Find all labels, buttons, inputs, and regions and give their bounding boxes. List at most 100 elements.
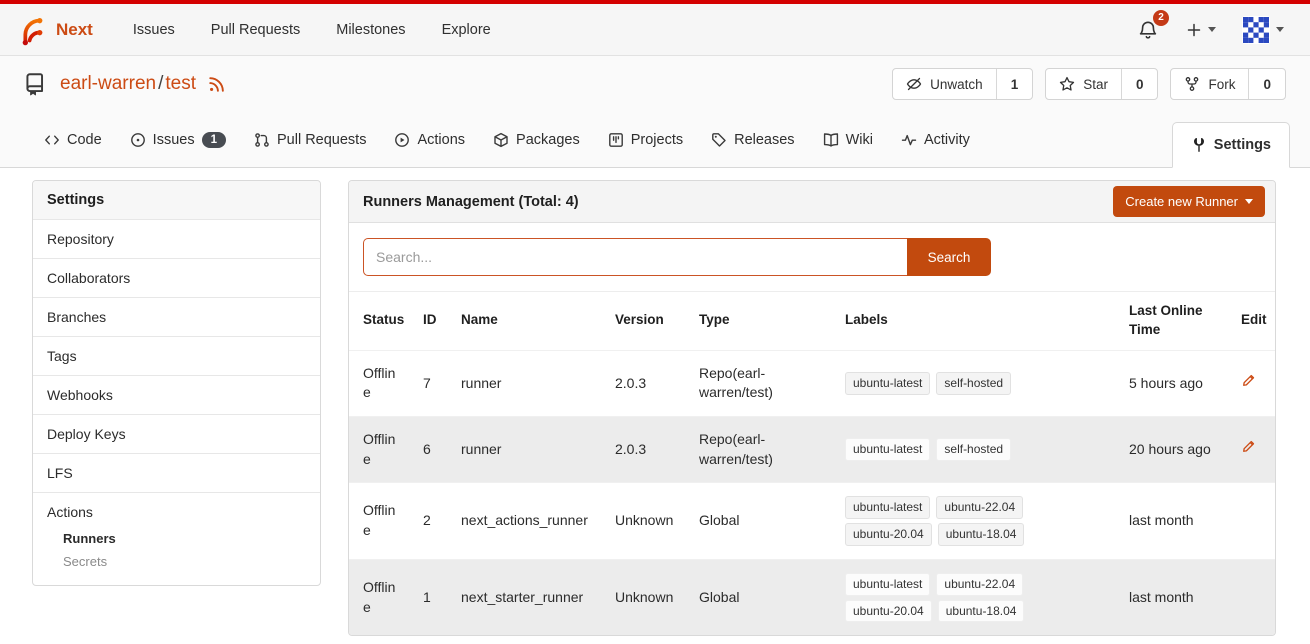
tab-releases[interactable]: Releases: [697, 112, 808, 167]
search-button[interactable]: Search: [907, 238, 991, 276]
stars-count[interactable]: 0: [1121, 69, 1158, 99]
tab-wiki[interactable]: Wiki: [809, 112, 887, 167]
runner-name: runner: [451, 350, 605, 416]
runner-id: 2: [413, 483, 451, 560]
fork-icon: [1184, 76, 1200, 92]
col-labels: Labels: [835, 292, 1119, 350]
runner-name: next_actions_runner: [451, 483, 605, 560]
star-label: Star: [1083, 77, 1108, 92]
plus-icon: [1186, 22, 1202, 38]
package-icon: [493, 132, 509, 148]
create-new-runner-button[interactable]: Create new Runner: [1113, 186, 1265, 217]
issues-count-badge: 1: [202, 132, 226, 148]
col-edit: Edit: [1231, 292, 1275, 350]
table-row: Offline 6 runner 2.0.3 Repo(earl-warren/…: [349, 416, 1275, 482]
create-menu-button[interactable]: [1186, 22, 1216, 38]
nav-item-issues[interactable]: Issues: [115, 22, 193, 38]
code-icon: [44, 132, 60, 148]
runner-version: 2.0.3: [605, 416, 689, 482]
label-chip: ubuntu-latest: [845, 496, 930, 519]
sidebar-item-branches[interactable]: Branches: [33, 298, 320, 337]
sidebar-item-lfs[interactable]: LFS: [33, 454, 320, 493]
sidebar-item-collaborators[interactable]: Collaborators: [33, 259, 320, 298]
sidebar-item-repository[interactable]: Repository: [33, 220, 320, 259]
runner-labels: ubuntu-latest self-hosted: [845, 438, 1045, 461]
label-chip: ubuntu-20.04: [845, 600, 932, 623]
tag-icon: [711, 132, 727, 148]
caret-down-icon: [1208, 27, 1216, 32]
settings-sidebar: Settings Repository Collaborators Branch…: [32, 180, 321, 586]
table-row: Offline 1 next_starter_runner Unknown Gl…: [349, 559, 1275, 635]
col-last-online: Last Online Time: [1119, 292, 1231, 350]
sidebar-item-tags[interactable]: Tags: [33, 337, 320, 376]
tab-settings[interactable]: Settings: [1172, 122, 1290, 168]
nav-item-explore[interactable]: Explore: [424, 22, 509, 38]
runner-version: Unknown: [605, 559, 689, 635]
runner-status: Offline: [349, 559, 413, 635]
label-chip: ubuntu-18.04: [938, 523, 1025, 546]
runner-last-online: 20 hours ago: [1119, 416, 1231, 482]
star-icon: [1059, 76, 1075, 92]
forgejo-logo-link[interactable]: Next: [16, 14, 93, 46]
caret-down-icon: [1245, 199, 1253, 204]
runners-table: Status ID Name Version Type Labels Last …: [349, 292, 1275, 635]
unwatch-button[interactable]: Unwatch: [893, 69, 996, 99]
edit-runner-button[interactable]: [1241, 373, 1256, 388]
sidebar-subitem-secrets[interactable]: Secrets: [47, 550, 306, 573]
watchers-count[interactable]: 1: [996, 69, 1033, 99]
sidebar-subitem-runners[interactable]: Runners: [47, 527, 306, 550]
tab-pull-requests[interactable]: Pull Requests: [240, 112, 380, 167]
edit-runner-button[interactable]: [1241, 439, 1256, 454]
user-menu-button[interactable]: [1242, 16, 1284, 44]
forgejo-logo-icon: [16, 14, 48, 46]
runner-status: Offline: [349, 350, 413, 416]
col-status: Status: [349, 292, 413, 350]
repo-icon: [22, 71, 48, 97]
tab-activity[interactable]: Activity: [887, 112, 984, 167]
tab-packages[interactable]: Packages: [479, 112, 594, 167]
sidebar-group-actions: Actions Runners Secrets: [33, 493, 320, 585]
top-navbar: Next Issues Pull Requests Milestones Exp…: [0, 4, 1310, 56]
runners-panel: Runners Management (Total: 4) Create new…: [348, 180, 1276, 636]
pull-request-icon: [254, 132, 270, 148]
star-button[interactable]: Star: [1046, 69, 1121, 99]
tab-projects[interactable]: Projects: [594, 112, 697, 167]
repo-owner-link[interactable]: earl-warren: [60, 73, 156, 94]
sidebar-item-deploy-keys[interactable]: Deploy Keys: [33, 415, 320, 454]
runner-id: 6: [413, 416, 451, 482]
rss-feed-button[interactable]: [208, 75, 226, 93]
label-chip: ubuntu-latest: [845, 573, 930, 596]
repo-tab-bar: Code Issues 1 Pull Requests Actions Pack…: [0, 112, 1310, 168]
runner-last-online: last month: [1119, 483, 1231, 560]
caret-down-icon: [1276, 27, 1284, 32]
tab-code[interactable]: Code: [30, 112, 116, 167]
fork-label: Fork: [1208, 77, 1235, 92]
notification-count-badge: 2: [1153, 10, 1169, 26]
label-chip: ubuntu-latest: [845, 372, 930, 395]
runner-name: next_starter_runner: [451, 559, 605, 635]
tab-issues[interactable]: Issues 1: [116, 112, 240, 167]
sidebar-item-webhooks[interactable]: Webhooks: [33, 376, 320, 415]
label-chip: ubuntu-22.04: [936, 573, 1023, 596]
label-chip: self-hosted: [936, 372, 1011, 395]
nav-item-milestones[interactable]: Milestones: [318, 22, 423, 38]
avatar: [1242, 16, 1270, 44]
label-chip: self-hosted: [936, 438, 1011, 461]
repo-name-link[interactable]: test: [165, 73, 196, 94]
pulse-icon: [901, 132, 917, 148]
table-row: Offline 7 runner 2.0.3 Repo(earl-warren/…: [349, 350, 1275, 416]
nav-item-pull-requests[interactable]: Pull Requests: [193, 22, 318, 38]
runner-type: Repo(earl-warren/test): [689, 416, 835, 482]
repo-path-separator: /: [158, 73, 163, 94]
tab-actions[interactable]: Actions: [380, 112, 479, 167]
notifications-button[interactable]: 2: [1136, 18, 1160, 42]
sidebar-item-actions[interactable]: Actions: [47, 504, 306, 520]
forks-count[interactable]: 0: [1248, 69, 1285, 99]
fork-button-group: Fork 0: [1170, 68, 1286, 100]
label-chip: ubuntu-latest: [845, 438, 930, 461]
fork-button[interactable]: Fork: [1171, 69, 1248, 99]
search-input[interactable]: [363, 238, 907, 276]
issue-opened-icon: [130, 132, 146, 148]
runner-status: Offline: [349, 483, 413, 560]
runner-labels: ubuntu-latest self-hosted: [845, 372, 1045, 395]
